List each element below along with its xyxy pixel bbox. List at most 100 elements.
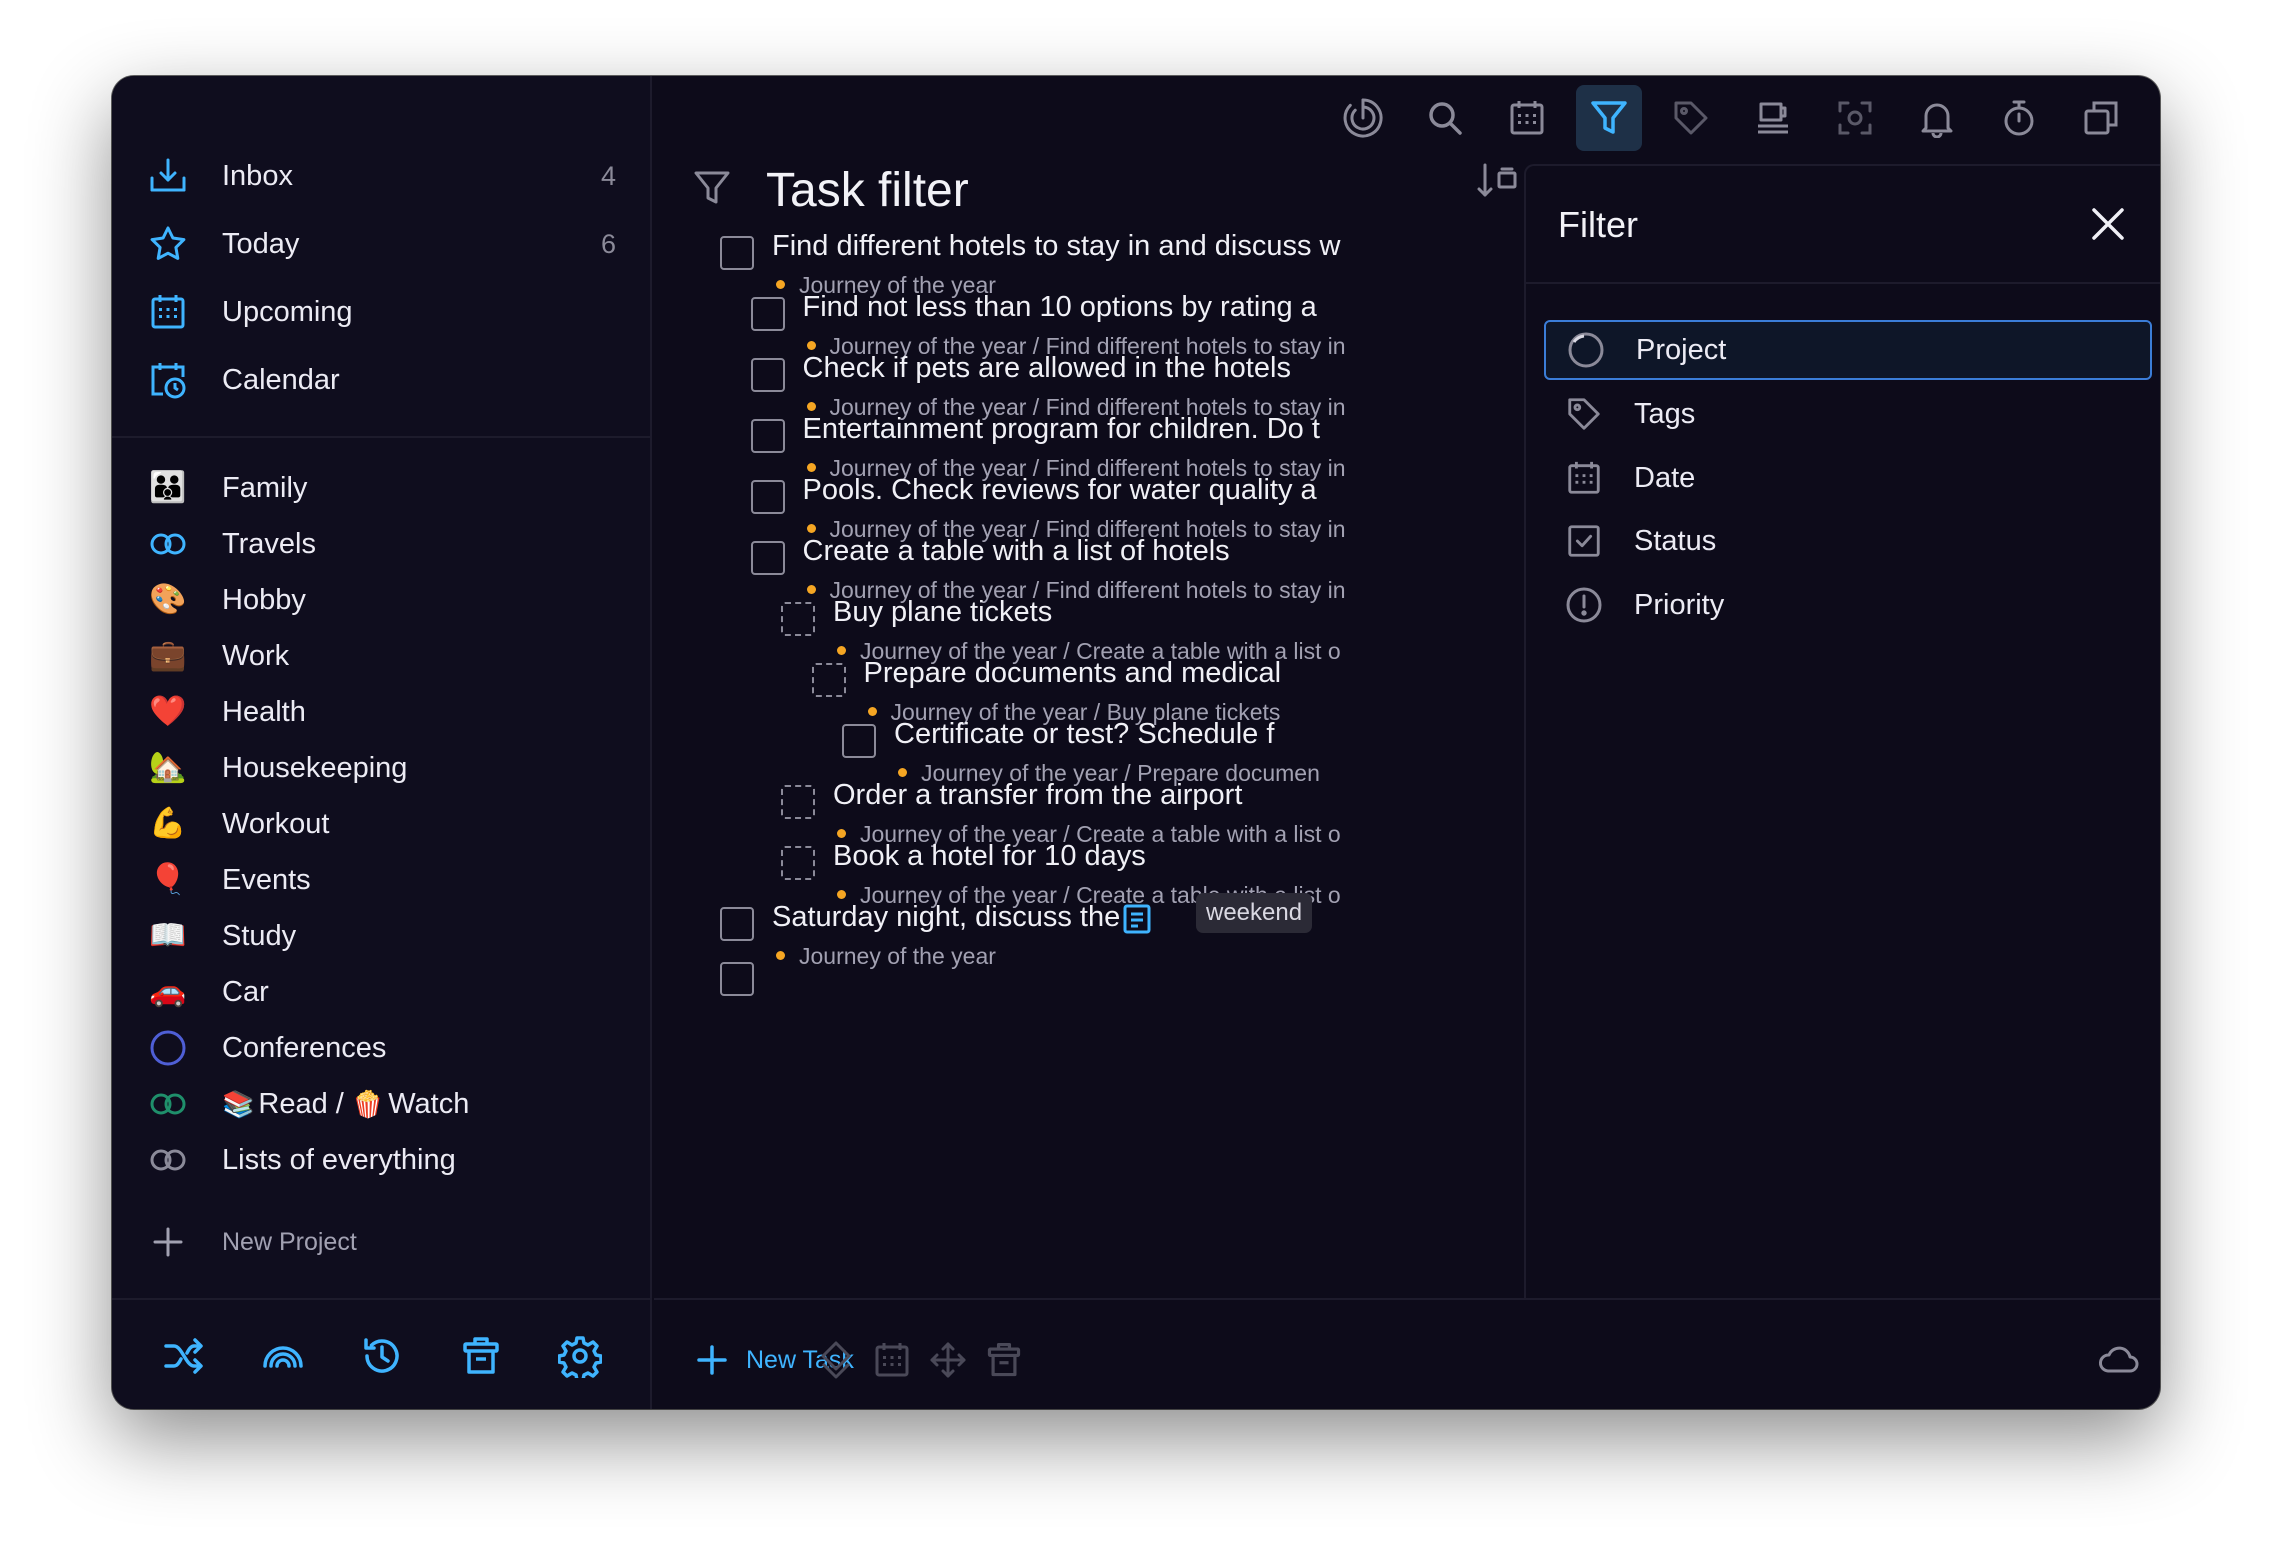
- close-icon[interactable]: [2086, 202, 2130, 246]
- subtask-checkbox[interactable]: [781, 785, 815, 819]
- focus-icon[interactable]: [1330, 85, 1396, 151]
- task-path-text: Journey of the year: [799, 943, 996, 969]
- sidebar-item-label: Upcoming: [222, 295, 353, 328]
- subtask-checkbox[interactable]: [811, 663, 846, 697]
- task-checkbox[interactable]: [720, 236, 754, 270]
- project-color-dot: [806, 524, 816, 534]
- project-color-dot: [806, 463, 816, 473]
- project-item-events[interactable]: 🎈 Events: [112, 852, 652, 908]
- subtask-checkbox[interactable]: [781, 602, 815, 636]
- ring-icon: [146, 1026, 190, 1070]
- plus-icon: [692, 1340, 732, 1380]
- today-count: 6: [600, 228, 616, 259]
- task-checkbox[interactable]: [842, 724, 876, 758]
- tag-icon[interactable]: [1658, 85, 1724, 151]
- task-title: Create a table with a list of hotels: [802, 535, 1230, 567]
- page-title: Task filter: [766, 163, 969, 217]
- sidebar-item-inbox[interactable]: Inbox 4: [112, 142, 652, 210]
- calendar-grid-icon: [146, 290, 190, 334]
- subtask-checkbox[interactable]: [781, 846, 815, 880]
- sidebar-item-label: Inbox: [222, 159, 293, 192]
- task-checkbox[interactable]: [720, 907, 754, 941]
- filter-option-project[interactable]: Project: [1544, 320, 2152, 380]
- project-item-car[interactable]: 🚗 Car: [112, 964, 652, 1020]
- project-label: Events: [222, 863, 311, 896]
- calendar-icon[interactable]: [870, 1338, 914, 1382]
- task-checkbox[interactable]: [750, 297, 785, 331]
- filter-option-tags[interactable]: Tags: [1544, 384, 2152, 444]
- tag-badge[interactable]: weekend: [1196, 893, 1313, 933]
- new-project-button[interactable]: New Project: [146, 1220, 357, 1264]
- project-color-dot: [837, 829, 846, 839]
- shuffle-icon[interactable]: [159, 1331, 209, 1381]
- sort-icon[interactable]: [1472, 156, 1522, 206]
- task-row[interactable]: Saturday night, discuss the Journey of th…: [720, 893, 1522, 989]
- sidebar-item-calendar[interactable]: Calendar: [112, 346, 652, 414]
- coffee-icon[interactable]: [1740, 85, 1806, 151]
- project-item-read-watch[interactable]: 📚 Read / 🍿 Watch: [112, 1076, 652, 1132]
- project-label: Study: [222, 919, 297, 952]
- task-project-path: Journey of the year: [776, 943, 1522, 970]
- sidebar-divider: [112, 436, 652, 438]
- task-title: Find not less than 10 options by rating …: [802, 291, 1317, 323]
- task-checkbox[interactable]: [750, 480, 785, 514]
- filter-option-status[interactable]: Status: [1544, 511, 2152, 571]
- list-header: Task filter: [692, 150, 1522, 230]
- calendar-icon: [1562, 456, 1606, 500]
- infinity-icon: [146, 522, 190, 566]
- car-emoji-icon: 🚗: [149, 975, 187, 1008]
- sidebar-item-upcoming[interactable]: Upcoming: [112, 278, 652, 346]
- project-item-hobby[interactable]: 🎨 Hobby: [112, 572, 652, 628]
- gear-icon[interactable]: [555, 1331, 605, 1381]
- new-project-label: New Project: [222, 1227, 357, 1256]
- family-emoji-icon: 👪: [149, 471, 187, 504]
- infinity-icon: [146, 1082, 190, 1126]
- timer-icon[interactable]: [1986, 85, 2052, 151]
- project-label: Work: [222, 639, 290, 672]
- project-item-conferences[interactable]: Conferences: [112, 1020, 652, 1076]
- scan-icon[interactable]: [1822, 85, 1888, 151]
- house-emoji-icon: 🏡: [149, 751, 187, 784]
- sidebar-item-today[interactable]: Today 6: [112, 210, 652, 278]
- project-item-family[interactable]: 👪 Family: [112, 460, 652, 516]
- filter-option-label: Status: [1634, 524, 1717, 557]
- filter-option-priority[interactable]: Priority: [1544, 575, 2152, 635]
- project-item-workout[interactable]: 💪 Workout: [112, 796, 652, 852]
- calendar-icon[interactable]: [1494, 85, 1560, 151]
- task-title: Certificate or test? Schedule f: [894, 718, 1275, 750]
- task-checkbox[interactable]: [750, 541, 785, 575]
- infinity-icon: [146, 1138, 190, 1182]
- palette-emoji-icon: 🎨: [149, 583, 187, 616]
- main-area: Task filter Find different hotels to sta…: [654, 76, 2160, 1409]
- rainbow-icon[interactable]: [258, 1331, 308, 1381]
- task-checkbox[interactable]: [720, 962, 754, 996]
- task-list: Find different hotels to stay in and dis…: [654, 230, 1564, 1300]
- project-item-travels[interactable]: Travels: [112, 516, 652, 572]
- history-icon[interactable]: [357, 1331, 407, 1381]
- project-item-work[interactable]: 💼 Work: [112, 628, 652, 684]
- filter-option-date[interactable]: Date: [1544, 448, 2152, 508]
- filter-option-label: Project: [1636, 333, 1727, 366]
- task-checkbox[interactable]: [750, 419, 785, 453]
- project-item-housekeeping[interactable]: 🏡 Housekeeping: [112, 740, 652, 796]
- move-icon[interactable]: [926, 1338, 970, 1382]
- bell-icon[interactable]: [1904, 85, 1970, 151]
- project-label: Hobby: [222, 583, 306, 616]
- main-bottom-toolbar: New Task: [654, 1298, 2160, 1409]
- project-item-health[interactable]: ❤️ Health: [112, 684, 652, 740]
- filter-icon[interactable]: [1576, 85, 1642, 151]
- popcorn-emoji-icon: 🍿: [351, 1088, 385, 1119]
- trash-icon[interactable]: [982, 1338, 1026, 1382]
- sidebar-bottom-divider: [112, 1298, 652, 1300]
- project-item-lists[interactable]: Lists of everything: [112, 1132, 652, 1188]
- copy-window-icon[interactable]: [2068, 85, 2134, 151]
- priority-diamond-icon[interactable]: [814, 1338, 858, 1382]
- project-item-study[interactable]: 📖 Study: [112, 908, 652, 964]
- trash-icon[interactable]: [456, 1331, 506, 1381]
- task-checkbox[interactable]: [750, 358, 785, 392]
- project-color-dot: [806, 341, 816, 351]
- project-label: Travels: [222, 527, 316, 560]
- search-icon[interactable]: [1412, 85, 1478, 151]
- ring-icon: [1564, 328, 1608, 372]
- cloud-icon[interactable]: [2096, 1338, 2140, 1382]
